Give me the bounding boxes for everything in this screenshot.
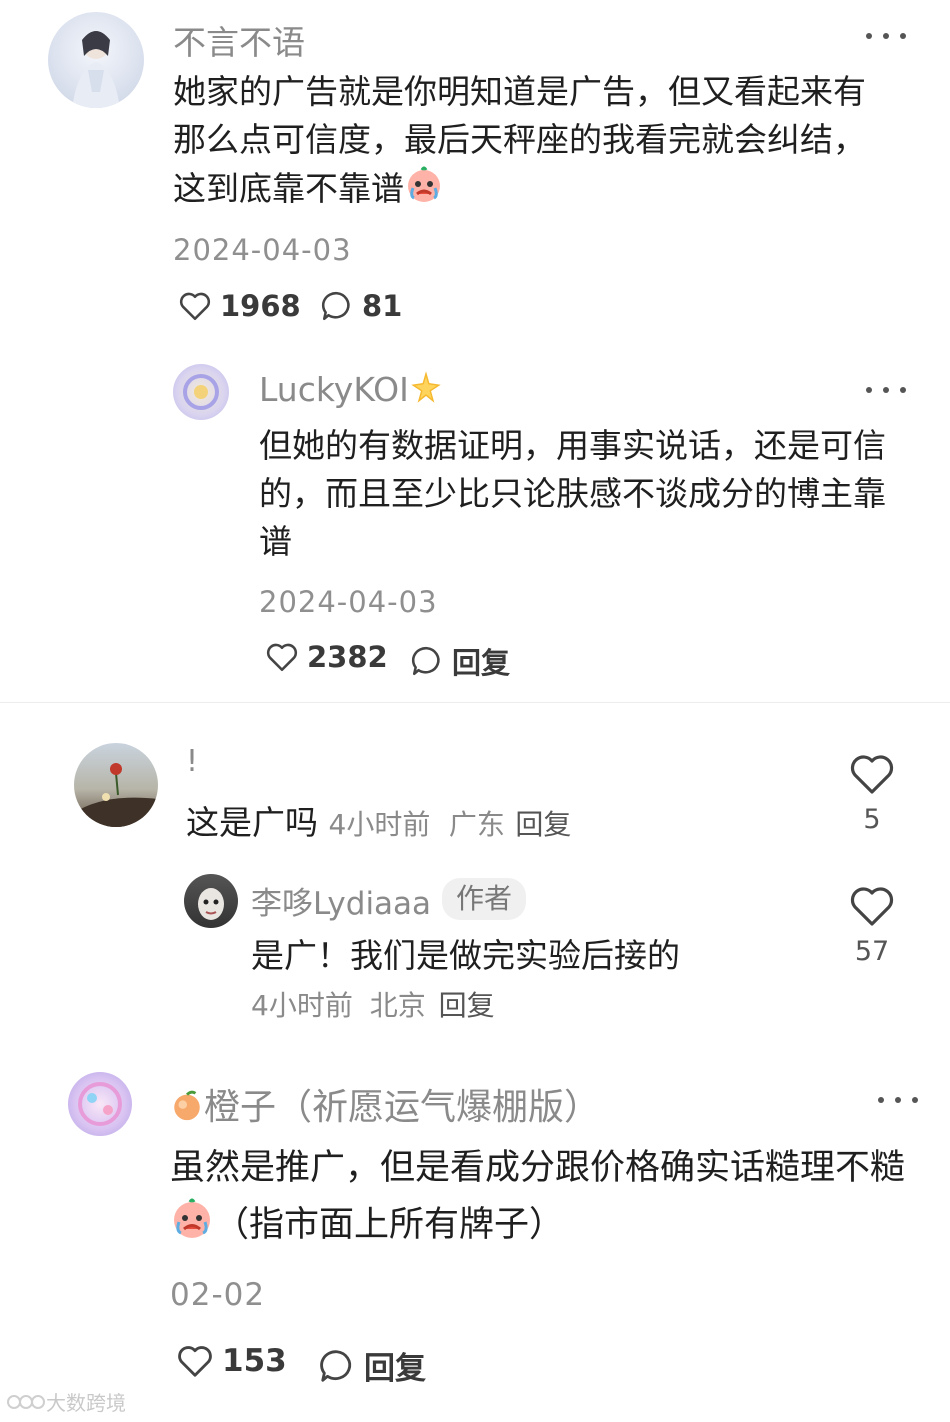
comment-bubble-icon — [320, 1349, 352, 1382]
comment-text: 但她的有数据证明，用事实说话，还是可信的，而且至少比只论肤感不谈成分的博主靠谱 — [259, 426, 886, 561]
divider — [0, 702, 950, 703]
avatar[interactable] — [68, 1072, 132, 1136]
comment-time: 4小时前 — [328, 808, 431, 841]
more-options-icon[interactable] — [866, 26, 906, 46]
avatar-icon — [72, 31, 120, 108]
more-options-icon[interactable] — [878, 1090, 918, 1110]
crying-face-icon — [174, 1198, 210, 1238]
sparkle-icon — [411, 371, 441, 403]
avatar[interactable] — [173, 364, 229, 420]
reply-button[interactable]: 81 — [320, 289, 402, 323]
heart-icon — [178, 1346, 212, 1377]
like-button[interactable]: 153 — [176, 1343, 287, 1379]
reply-button[interactable]: 回复 — [439, 989, 495, 1022]
comment-content-suffix: （指市面上所有牌子） — [214, 1205, 565, 1245]
username-text: LuckyKOI — [259, 370, 409, 409]
avatar-icon — [74, 763, 158, 827]
like-count: 5 — [863, 804, 881, 835]
comment-content: 这是广吗 — [186, 803, 318, 842]
comment-location: 广东 — [448, 808, 505, 841]
reply-label: 回复 — [364, 1351, 426, 1387]
comment-text: 虽然是推广，但是看成分跟价格确实话糙理不糙 （指市面上所有牌子） — [170, 1140, 918, 1253]
more-options-icon[interactable] — [866, 380, 906, 400]
watermark-text: 大数跨境 — [46, 1391, 126, 1415]
comment-date: 02-02 — [170, 1277, 266, 1313]
username-text: 橙子（祈愿运气爆棚版） — [204, 1087, 601, 1128]
reply-button[interactable]: 回复 — [410, 640, 510, 682]
crying-face-icon — [408, 166, 440, 202]
reply-button[interactable]: 回复 — [515, 808, 571, 841]
like-count: 57 — [854, 936, 890, 967]
comment-text: 这是广吗 4小时前 广东 回复 — [186, 799, 806, 849]
like-button[interactable]: 5 — [846, 752, 898, 835]
like-count: 1968 — [220, 289, 301, 323]
comment-location: 北京 — [369, 989, 426, 1022]
username[interactable]: LuckyKOI — [259, 370, 443, 409]
comment-bubble-icon — [411, 646, 440, 676]
comment-date: 2024-04-03 — [173, 233, 352, 267]
username[interactable]: 不言不语 — [173, 16, 305, 64]
username[interactable]: ! — [186, 744, 198, 779]
comment-bubble-icon — [321, 291, 350, 321]
avatar-icon — [78, 1082, 122, 1126]
comment-date: 2024-04-03 — [259, 585, 438, 619]
watermark-logo-icon — [7, 1394, 45, 1409]
author-badge: 作者 — [442, 878, 527, 920]
comment-content: 她家的广告就是你明知道是广告，但又看起来有那么点可信度，最后天秤座的我看完就会纠… — [173, 72, 866, 208]
username[interactable]: 李哆Lydiaaa — [251, 878, 431, 923]
watermark: 大数跨境 — [6, 1387, 126, 1416]
avatar[interactable] — [48, 12, 144, 108]
username[interactable]: 橙子（祈愿运气爆棚版） — [170, 1078, 600, 1130]
comment-text: 她家的广告就是你明知道是广告，但又看起来有那么点可信度，最后天秤座的我看完就会纠… — [173, 68, 893, 213]
avatar[interactable] — [184, 874, 238, 928]
reply-label: 回复 — [452, 646, 511, 680]
avatar-icon — [183, 374, 219, 410]
like-count: 2382 — [307, 640, 388, 674]
like-button[interactable]: 2382 — [265, 640, 388, 674]
heart-icon — [179, 292, 211, 321]
heart-icon — [850, 887, 894, 926]
heart-icon — [266, 643, 298, 672]
avatar[interactable] — [74, 743, 158, 827]
avatar-icon — [198, 888, 224, 920]
like-button[interactable]: 57 — [846, 884, 898, 967]
heart-icon — [850, 755, 894, 794]
like-button[interactable]: 1968 — [178, 289, 301, 323]
reply-button[interactable]: 回复 — [318, 1343, 426, 1388]
like-count: 153 — [222, 1343, 287, 1379]
reply-count: 81 — [362, 289, 403, 323]
peach-icon — [174, 1090, 200, 1121]
comment-content: 虽然是推广，但是看成分跟价格确实话糙理不糙 — [170, 1148, 906, 1188]
comment-text: 是广！我们是做完实验后接的 — [251, 936, 680, 975]
comment-time: 4小时前 — [251, 989, 353, 1022]
comment-meta: 4小时前 北京 回复 — [251, 984, 495, 1024]
